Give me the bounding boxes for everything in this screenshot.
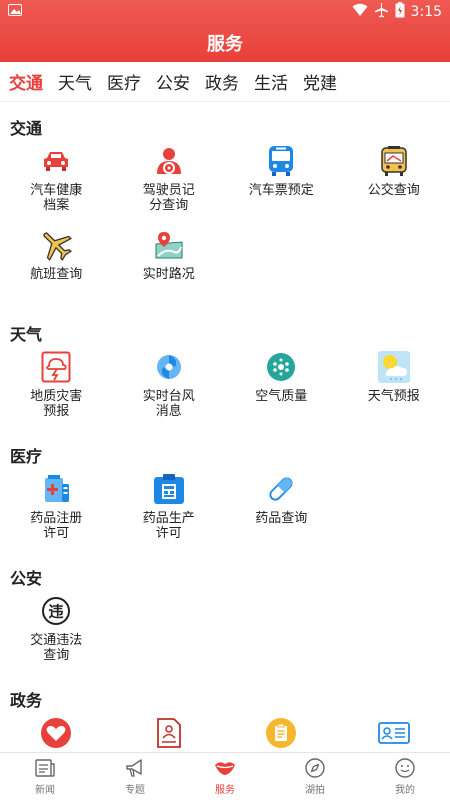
compass-icon — [305, 758, 325, 778]
transit-query-button[interactable]: 公交查询 — [338, 140, 450, 224]
item-label: 航班查询 — [30, 267, 83, 282]
typhoon-icon — [152, 350, 186, 384]
drug-production-button[interactable]: 药品生产 许可 — [113, 468, 226, 552]
status-time: 3:15 — [410, 4, 442, 20]
nav-news[interactable]: 新闻 — [0, 753, 90, 800]
bus-ticket-button[interactable]: 汽车票预定 — [225, 140, 338, 224]
id-card-icon — [377, 716, 411, 750]
nav-label: 新闻 — [35, 785, 55, 796]
airplane-mode-icon — [374, 2, 389, 22]
item-label: 汽车票预定 — [248, 183, 314, 198]
section-government: 政务 — [0, 674, 450, 752]
service-lips-icon — [215, 762, 235, 775]
wifi-icon — [352, 3, 368, 21]
transit-icon — [377, 144, 411, 178]
megaphone-icon — [126, 759, 142, 777]
air-quality-button[interactable]: 空气质量 — [225, 346, 338, 430]
clipboard-icon — [264, 716, 298, 750]
pill-icon — [264, 472, 298, 506]
item-label: 空气质量 — [255, 389, 308, 404]
section-title: 公安 — [10, 569, 43, 588]
bus-icon — [264, 144, 298, 178]
service-list[interactable]: 交通 汽车健康 档案 驾驶员记 分查询 汽车票预定 公交查询 航班查询 实时路况… — [0, 102, 450, 752]
battery-icon — [395, 2, 405, 22]
tab-government[interactable]: 政务 — [205, 69, 239, 94]
page-title: 服务 — [207, 34, 243, 55]
nav-mine[interactable]: 我的 — [360, 753, 450, 800]
image-notification-icon — [8, 4, 28, 20]
traffic-violation-button[interactable]: 违 交通违法 查询 — [0, 590, 113, 674]
gov-service-3-button[interactable] — [225, 712, 338, 752]
drug-query-button[interactable]: 药品查询 — [225, 468, 338, 552]
app-header: 3:15 服务 — [0, 0, 450, 62]
typhoon-news-button[interactable]: 实时台风 消息 — [113, 346, 226, 430]
bottom-nav: 新闻 专题 服务 湖拍 我的 — [0, 752, 450, 800]
plane-icon — [39, 228, 73, 262]
item-label: 汽车健康 档案 — [30, 183, 83, 213]
item-label: 地质灾害 预报 — [30, 389, 83, 419]
section-title: 天气 — [10, 325, 43, 344]
item-label: 天气预报 — [367, 389, 420, 404]
disaster-icon — [39, 350, 73, 384]
section-weather: 天气 地质灾害 预报 实时台风 消息 空气质量 天气预报 — [0, 308, 450, 430]
violation-glyph: 违 — [49, 603, 64, 621]
heart-icon — [39, 716, 73, 750]
status-bar: 3:15 — [0, 0, 450, 24]
item-label: 驾驶员记 分查询 — [142, 183, 195, 213]
live-traffic-button[interactable]: 实时路况 — [113, 224, 226, 308]
nav-topics[interactable]: 专题 — [90, 753, 180, 800]
section-title: 医疗 — [10, 447, 43, 466]
tab-party[interactable]: 党建 — [303, 69, 337, 94]
nav-label: 我的 — [395, 785, 415, 796]
drug-registration-button[interactable]: 药品注册 许可 — [0, 468, 113, 552]
medicine-production-icon — [152, 472, 186, 506]
weather-icon — [377, 350, 411, 384]
air-quality-icon — [264, 350, 298, 384]
nav-services[interactable]: 服务 — [180, 753, 270, 800]
nav-label: 湖拍 — [305, 785, 325, 796]
gov-service-2-button[interactable] — [113, 712, 226, 752]
category-tabs: 交通 天气 医疗 公安 政务 生活 党建 — [0, 62, 450, 102]
section-traffic: 交通 汽车健康 档案 驾驶员记 分查询 汽车票预定 公交查询 航班查询 实时路况 — [0, 102, 450, 308]
news-icon — [35, 759, 55, 777]
section-police: 公安 违 交通违法 查询 — [0, 552, 450, 674]
driver-icon — [152, 144, 186, 178]
tab-life[interactable]: 生活 — [254, 69, 288, 94]
item-label: 实时台风 消息 — [142, 389, 195, 419]
document-icon — [152, 716, 186, 750]
section-title: 交通 — [10, 119, 43, 138]
item-label: 药品查询 — [255, 511, 308, 526]
gov-service-4-button[interactable] — [338, 712, 450, 752]
tab-traffic[interactable]: 交通 — [9, 69, 43, 94]
map-pin-icon — [152, 228, 186, 262]
section-title: 政务 — [10, 691, 43, 710]
tab-police[interactable]: 公安 — [156, 69, 190, 94]
car-health-record-button[interactable]: 汽车健康 档案 — [0, 140, 113, 224]
item-label: 公交查询 — [367, 183, 420, 198]
weather-forecast-button[interactable]: 天气预报 — [338, 346, 450, 430]
section-medical: 医疗 药品注册 许可 药品生产 许可 药品查询 — [0, 430, 450, 552]
medicine-register-icon — [39, 472, 73, 506]
geo-disaster-button[interactable]: 地质灾害 预报 — [0, 346, 113, 430]
item-label: 交通违法 查询 — [30, 633, 83, 663]
tab-weather[interactable]: 天气 — [58, 69, 92, 94]
item-label: 药品生产 许可 — [142, 511, 195, 541]
item-label: 实时路况 — [142, 267, 195, 282]
tab-medical[interactable]: 医疗 — [107, 69, 141, 94]
flight-query-button[interactable]: 航班查询 — [0, 224, 113, 308]
nav-label: 专题 — [125, 785, 145, 796]
item-label: 药品注册 许可 — [30, 511, 83, 541]
gov-service-1-button[interactable] — [0, 712, 113, 752]
nav-lake-shots[interactable]: 湖拍 — [270, 753, 360, 800]
nav-label: 服务 — [215, 785, 235, 796]
smile-icon — [395, 758, 415, 778]
violation-icon: 违 — [39, 594, 73, 628]
car-icon — [39, 144, 73, 178]
driver-points-button[interactable]: 驾驶员记 分查询 — [113, 140, 226, 224]
